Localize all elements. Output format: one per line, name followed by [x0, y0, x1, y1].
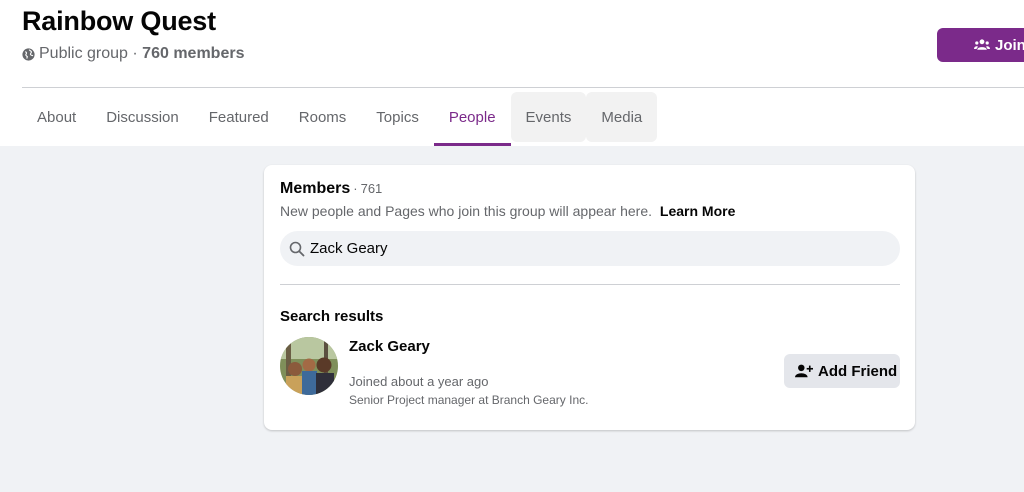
avatar[interactable] [280, 337, 338, 395]
member-search-input[interactable] [310, 240, 900, 257]
group-title[interactable]: Rainbow Quest [22, 6, 216, 37]
members-description: New people and Pages who join this group… [280, 203, 653, 219]
tab-discussion[interactable]: Discussion [91, 92, 194, 142]
globe-icon [22, 47, 35, 61]
tab-featured[interactable]: Featured [194, 92, 284, 142]
tab-topics[interactable]: Topics [361, 92, 434, 142]
learn-more-link[interactable]: Learn More [660, 203, 735, 219]
members-count: 761 [360, 181, 383, 196]
tab-media[interactable]: Media [586, 92, 658, 142]
tab-about[interactable]: About [22, 92, 91, 142]
group-tabs: About Discussion Featured Rooms Topics P… [22, 92, 658, 146]
header-divider [22, 87, 1024, 88]
card-divider [280, 284, 900, 285]
members-title: Members [280, 180, 351, 197]
members-heading: Members · 761 [280, 180, 382, 198]
add-friend-button[interactable]: Add Friend [784, 354, 900, 388]
search-results-label: Search results [280, 308, 384, 325]
tab-rooms[interactable]: Rooms [284, 92, 362, 142]
privacy-label: Public group [39, 45, 128, 62]
add-friend-icon [795, 364, 813, 378]
join-group-button[interactable]: Join [937, 28, 1024, 62]
members-description-row: New people and Pages who join this group… [280, 203, 735, 219]
meta-separator: · [127, 45, 143, 62]
members-card: Members · 761 New people and Pages who j… [264, 165, 915, 430]
member-name[interactable]: Zack Geary [349, 338, 430, 355]
search-icon [289, 241, 305, 256]
tab-events[interactable]: Events [510, 92, 587, 142]
add-friend-label: Add Friend [818, 362, 898, 380]
list-item: Zack Geary Joined about a year ago Senio… [280, 337, 900, 407]
group-meta: Public group · 760 members [22, 45, 244, 63]
member-work: Senior Project manager at Branch Geary I… [349, 393, 589, 407]
member-joined: Joined about a year ago [349, 374, 489, 389]
group-header: Rainbow Quest Public group · 760 members… [0, 0, 1024, 146]
member-search-box[interactable] [280, 231, 900, 266]
tab-people[interactable]: People [433, 92, 511, 146]
group-icon [974, 39, 990, 50]
members-separator: · [353, 181, 358, 196]
join-label: Join [995, 36, 1024, 54]
members-count-link[interactable]: 760 members [142, 45, 244, 63]
